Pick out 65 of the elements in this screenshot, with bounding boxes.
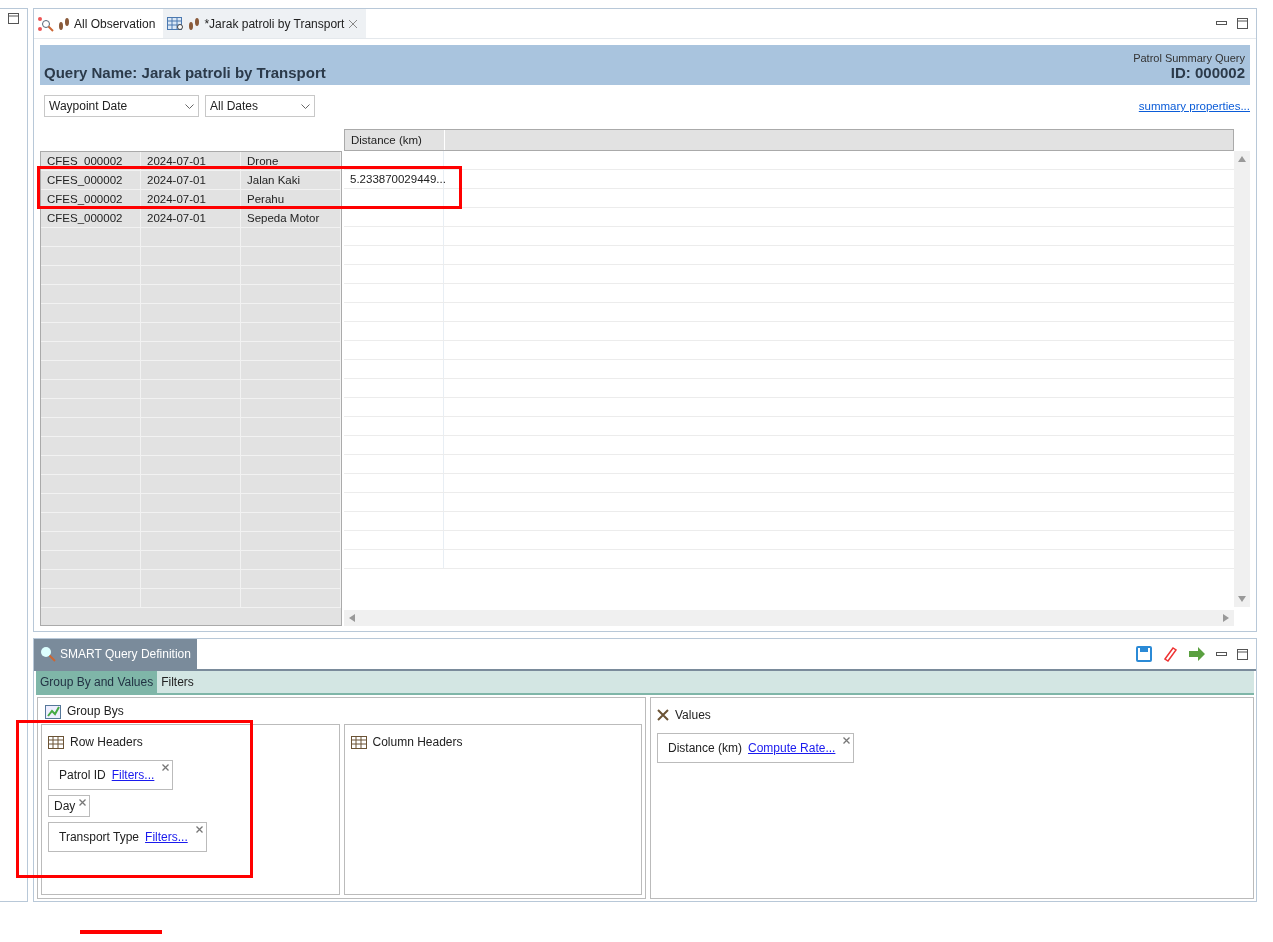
minimize-icon[interactable] bbox=[1216, 21, 1227, 26]
table-cell: CFES_000002 bbox=[41, 171, 141, 189]
vertical-scrollbar[interactable] bbox=[1234, 151, 1250, 607]
column-header: Distance (km) bbox=[345, 130, 445, 150]
table-cell: Perahu bbox=[241, 190, 341, 208]
field-name: Distance (km) bbox=[668, 741, 742, 755]
dropdown[interactable]: All Dates bbox=[205, 95, 315, 117]
eraser-icon[interactable] bbox=[1162, 646, 1178, 662]
footprints-icon bbox=[188, 16, 201, 31]
maximize-icon[interactable] bbox=[8, 13, 19, 24]
field-link[interactable]: Filters... bbox=[145, 830, 188, 844]
scroll-arrow-icon[interactable] bbox=[1238, 155, 1246, 163]
table-cell: CFES_000002 bbox=[41, 190, 141, 208]
maximize-icon[interactable] bbox=[1237, 648, 1248, 660]
chevron-down-icon bbox=[185, 103, 194, 109]
section-label: Values bbox=[675, 708, 711, 722]
x-icon bbox=[657, 709, 669, 721]
close-icon[interactable] bbox=[79, 799, 87, 806]
minimize-icon[interactable] bbox=[1216, 651, 1227, 657]
table-cell-text: 5.233870029449... bbox=[350, 172, 446, 187]
table-cell: 2024-07-01 bbox=[141, 190, 241, 208]
maximize-icon[interactable] bbox=[1237, 18, 1248, 29]
query-title: Query Name: Jarak patroli by Transport bbox=[44, 64, 326, 81]
table-icon bbox=[350, 735, 367, 749]
field-link[interactable]: Filters... bbox=[111, 768, 155, 782]
chevron-down-icon bbox=[301, 103, 310, 109]
scroll-arrow-icon[interactable] bbox=[1238, 595, 1246, 603]
field-name: Patrol ID bbox=[59, 768, 106, 782]
definition-subtab[interactable]: Group By and Values bbox=[36, 671, 158, 693]
horizontal-scrollbar[interactable] bbox=[344, 610, 1234, 626]
dropdown[interactable]: Waypoint Date bbox=[44, 95, 199, 117]
table-cell: 2024-07-01 bbox=[141, 209, 241, 227]
magnifier-dots-icon bbox=[38, 15, 54, 32]
save-icon[interactable] bbox=[1136, 646, 1152, 662]
table-cell: 2024-07-01 bbox=[141, 152, 241, 170]
table-cell: CFES_000002 bbox=[41, 209, 141, 227]
table-cell: Jalan Kaki bbox=[241, 171, 341, 189]
section-label: Group Bys bbox=[67, 704, 124, 718]
editor-tab[interactable]: *Jarak patroli by Transport bbox=[163, 9, 367, 38]
table-search-icon bbox=[167, 16, 185, 31]
close-icon[interactable] bbox=[348, 18, 359, 29]
definition-tab[interactable]: SMART Query Definition bbox=[34, 639, 197, 669]
close-icon[interactable] bbox=[843, 737, 851, 744]
table-icon bbox=[48, 735, 64, 749]
table-cell: CFES_000002 bbox=[41, 152, 141, 170]
query-type: Patrol Summary Query bbox=[1133, 52, 1245, 64]
field-name: Transport Type bbox=[59, 830, 140, 844]
field-name: Day bbox=[54, 799, 76, 813]
footprints-icon bbox=[58, 16, 70, 31]
summary-properties-link[interactable]: summary properties... bbox=[1138, 100, 1250, 112]
section-label: Row Headers bbox=[70, 735, 143, 749]
table-cell: 2024-07-01 bbox=[141, 171, 241, 189]
table-cell: Drone bbox=[241, 152, 341, 170]
arrow-right-icon[interactable] bbox=[1188, 647, 1206, 661]
scroll-arrow-icon[interactable] bbox=[1222, 614, 1230, 622]
table-cell: Sepeda Motor bbox=[241, 209, 341, 227]
section-label: Column Headers bbox=[372, 735, 463, 749]
search-icon bbox=[40, 646, 56, 662]
close-icon[interactable] bbox=[195, 826, 203, 833]
scroll-arrow-icon[interactable] bbox=[348, 614, 356, 622]
field-link[interactable]: Compute Rate... bbox=[748, 741, 836, 755]
definition-subtab[interactable]: Filters bbox=[157, 671, 198, 693]
chart-icon bbox=[45, 703, 61, 719]
close-icon[interactable] bbox=[162, 764, 170, 771]
query-id: ID: 000002 bbox=[1170, 64, 1245, 81]
